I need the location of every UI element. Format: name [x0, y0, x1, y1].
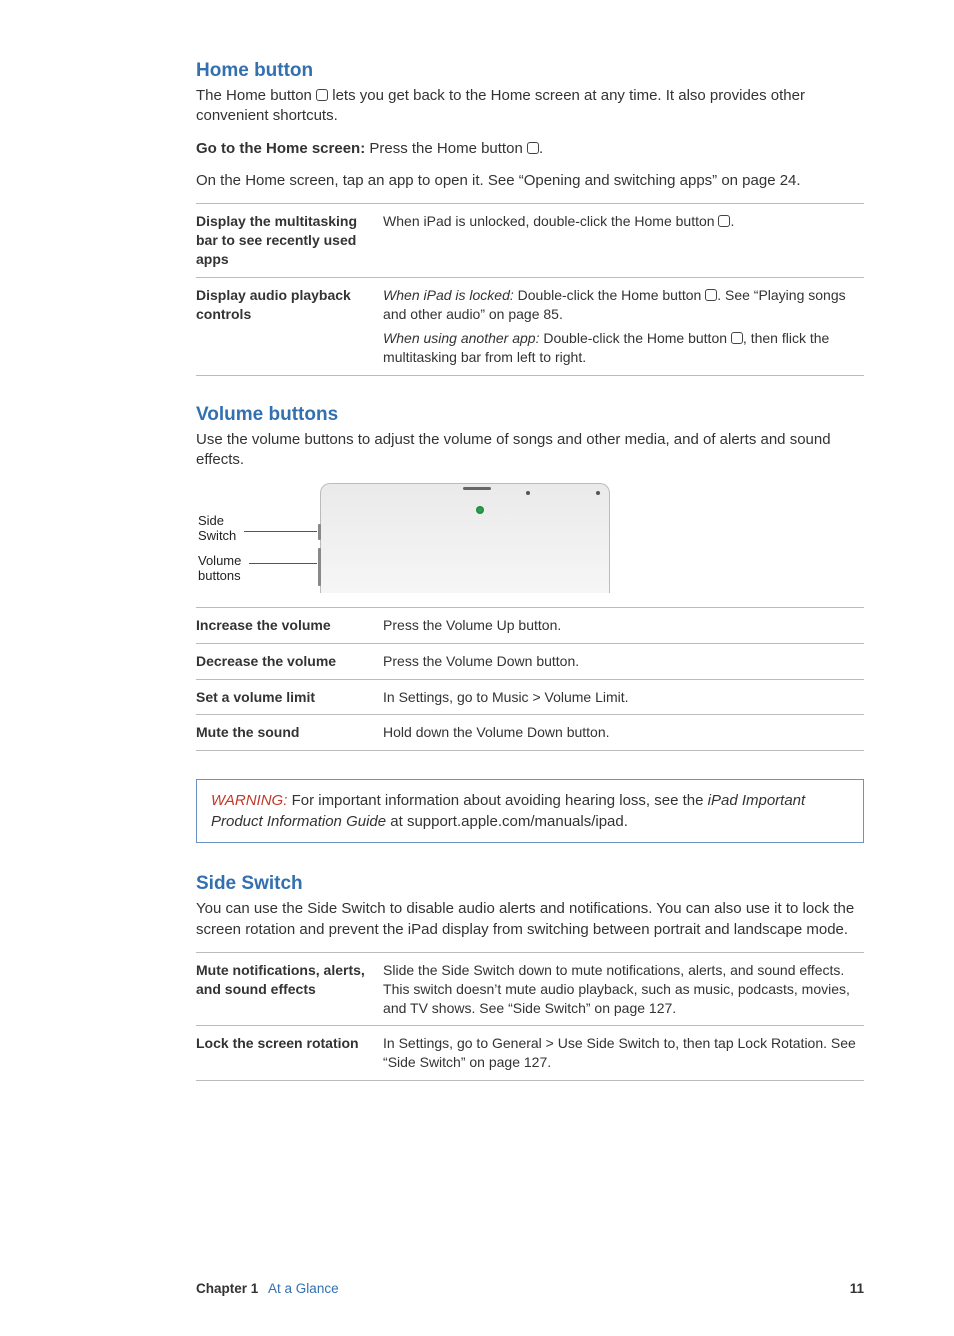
- volume-buttons-icon: [318, 548, 321, 586]
- figure-label-volume-buttons: Volume buttons: [198, 553, 241, 583]
- home-icon: [718, 215, 730, 227]
- text: Switch: [198, 528, 236, 543]
- volume-table: Increase the volume Press the Volume Up …: [196, 607, 864, 752]
- locked-lead: When iPad is locked:: [383, 287, 518, 303]
- table-value: In Settings, go to General > Use Side Sw…: [383, 1026, 864, 1081]
- table-value: In Settings, go to Music > Volume Limit.: [383, 679, 864, 715]
- text: For important information about avoiding…: [292, 792, 708, 809]
- text: When iPad is unlocked, double-click the …: [383, 213, 718, 229]
- text: Side: [198, 513, 224, 528]
- warning-label: WARNING:: [211, 792, 292, 809]
- ipad-figure: Side Switch Volume buttons: [196, 483, 864, 593]
- table-label: Display the multitasking bar to see rece…: [196, 204, 383, 278]
- side-switch-icon: [318, 524, 321, 540]
- go-to-home-line: Go to the Home screen: Press the Home bu…: [196, 139, 864, 159]
- text: Volume: [198, 553, 241, 568]
- callout-line-icon: [244, 531, 317, 532]
- volume-para: Use the volume buttons to adjust the vol…: [196, 430, 864, 471]
- chapter-title: At a Glance: [268, 1281, 339, 1296]
- table-label: Mute the sound: [196, 715, 383, 751]
- home-button-para2: On the Home screen, tap an app to open i…: [196, 171, 864, 191]
- table-row: Display the multitasking bar to see rece…: [196, 204, 864, 278]
- table-label: Decrease the volume: [196, 643, 383, 679]
- table-value: Press the Volume Up button.: [383, 607, 864, 643]
- callout-line-icon: [249, 563, 317, 564]
- table-label: Display audio playback controls: [196, 277, 383, 376]
- table-value: When iPad is unlocked, double-click the …: [383, 204, 864, 278]
- ipad-top-slot-icon: [463, 487, 491, 490]
- ipad-body-illustration: [320, 483, 610, 593]
- text: Press the Home button: [369, 140, 527, 157]
- page-number: 11: [850, 1281, 864, 1296]
- table-row: Increase the volume Press the Volume Up …: [196, 607, 864, 643]
- table-label: Increase the volume: [196, 607, 383, 643]
- side-switch-para: You can use the Side Switch to disable a…: [196, 899, 864, 940]
- home-icon: [316, 89, 328, 101]
- text: at support.apple.com/manuals/ipad.: [386, 813, 628, 830]
- page-footer: Chapter 1 At a Glance 11: [196, 1281, 864, 1296]
- table-label: Lock the screen rotation: [196, 1026, 383, 1081]
- home-icon: [527, 142, 539, 154]
- table-row: Lock the screen rotation In Settings, go…: [196, 1026, 864, 1081]
- heading-volume-buttons: Volume buttons: [196, 404, 864, 426]
- heading-side-switch: Side Switch: [196, 873, 864, 895]
- heading-home-button: Home button: [196, 60, 864, 82]
- figure-label-side-switch: Side Switch: [198, 513, 236, 543]
- text: The Home button: [196, 87, 316, 104]
- home-icon: [705, 289, 717, 301]
- go-home-label: Go to the Home screen:: [196, 140, 369, 157]
- home-button-para1: The Home button lets you get back to the…: [196, 86, 864, 127]
- speaker-dot-icon: [526, 491, 530, 495]
- side-switch-table: Mute notifications, alerts, and sound ef…: [196, 952, 864, 1081]
- table-row: Display audio playback controls When iPa…: [196, 277, 864, 376]
- home-button-table: Display the multitasking bar to see rece…: [196, 203, 864, 376]
- chapter-label: Chapter 1: [196, 1281, 258, 1296]
- text: Double-click the Home button: [518, 287, 706, 303]
- table-row: Mute the sound Hold down the Volume Down…: [196, 715, 864, 751]
- other-app-lead: When using another app:: [383, 330, 543, 346]
- table-row: Mute notifications, alerts, and sound ef…: [196, 952, 864, 1026]
- table-value: Slide the Side Switch down to mute notif…: [383, 952, 864, 1026]
- footer-left: Chapter 1 At a Glance: [196, 1281, 339, 1296]
- table-label: Set a volume limit: [196, 679, 383, 715]
- home-icon: [731, 332, 743, 344]
- table-row: Decrease the volume Press the Volume Dow…: [196, 643, 864, 679]
- table-value: Hold down the Volume Down button.: [383, 715, 864, 751]
- speaker-dot-icon: [596, 491, 600, 495]
- text: Double-click the Home button: [543, 330, 731, 346]
- warning-callout: WARNING: For important information about…: [196, 779, 864, 843]
- table-value: When iPad is locked: Double-click the Ho…: [383, 277, 864, 376]
- table-label: Mute notifications, alerts, and sound ef…: [196, 952, 383, 1026]
- table-row: Set a volume limit In Settings, go to Mu…: [196, 679, 864, 715]
- text: .: [730, 213, 734, 229]
- text: .: [539, 140, 543, 157]
- table-value: Press the Volume Down button.: [383, 643, 864, 679]
- ipad-camera-icon: [476, 506, 484, 514]
- text: buttons: [198, 568, 241, 583]
